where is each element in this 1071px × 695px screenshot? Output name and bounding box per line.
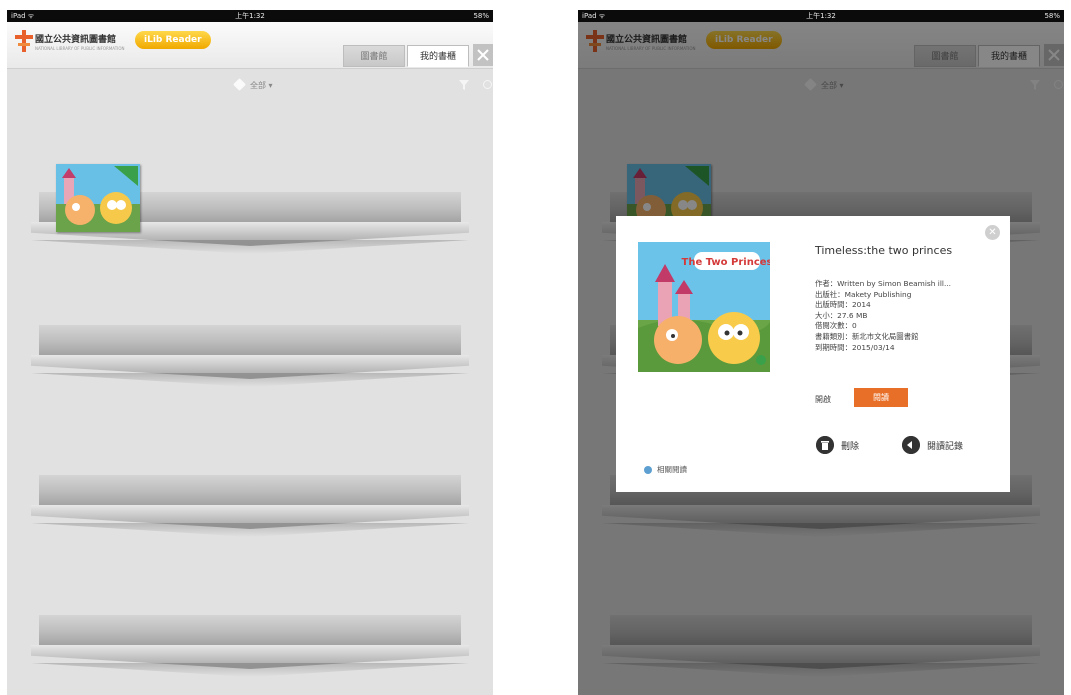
status-bar: iPad ᯤ 上午1:32 58% (578, 10, 1064, 22)
read-label: 開啟 (815, 395, 831, 404)
library-logo-icon (15, 30, 33, 52)
status-bar: iPad ᯤ 上午1:32 58% (7, 10, 493, 22)
reading-record-label: 閱讀記錄 (927, 442, 964, 452)
detail-due-date: 到期時間：2015/03/14 (815, 342, 895, 352)
status-time: 上午1:32 (806, 12, 836, 20)
tag-icon (233, 78, 246, 91)
book-cover: The Two Princes (638, 242, 770, 372)
book-detail-screen: iPad ᯤ 上午1:32 58% 國立公共資訊圖書館 NATIONAL LIB… (578, 10, 1064, 695)
shelf (7, 605, 493, 695)
tab-my-bookshelf[interactable]: 我的書櫃 (407, 45, 469, 67)
detail-size: 大小：27.6 MB (815, 310, 868, 320)
detail-author: 作者：Written by Simon Beamish ill... (815, 279, 952, 288)
book-detail-dialog: ✕ The Two Princes Timeless:the two princ… (616, 216, 1010, 492)
info-icon (644, 466, 652, 474)
book-details: 作者：Written by Simon Beamish ill... 出版社：M… (815, 279, 1000, 353)
filter-bar: 全部 ▾ (7, 78, 493, 98)
delete-label: 刪除 (841, 442, 860, 452)
detail-borrow-count: 借閱次數：0 (815, 321, 857, 331)
detail-category: 書籍類別：新北市文化局圖書館 (815, 331, 919, 341)
tab-library[interactable]: 圖書館 (343, 45, 405, 67)
trash-icon (816, 436, 834, 454)
library-name: 國立公共資訊圖書館 (35, 35, 117, 45)
app-badge: iLib Reader (135, 31, 211, 49)
detail-publisher: 出版社：Makety Publishing (815, 289, 912, 299)
related-reading-label: 相關閱讀 (657, 465, 687, 474)
refresh-icon[interactable] (483, 80, 492, 89)
record-icon (902, 436, 920, 454)
bookshelf-screen: iPad ᯤ 上午1:32 58% 國立公共資訊圖書館 NATIONAL LIB… (7, 10, 493, 695)
shelf (7, 315, 493, 410)
category-filter[interactable]: 全部 ▾ (233, 78, 273, 94)
app-header: 國立公共資訊圖書館 NATIONAL LIBRARY OF PUBLIC INF… (7, 22, 493, 69)
shelf (7, 465, 493, 560)
wrench-screwdriver-icon (477, 49, 489, 61)
close-icon: ✕ (988, 227, 997, 238)
status-time: 上午1:32 (235, 12, 265, 20)
read-button[interactable]: 閱讀 (854, 388, 908, 407)
close-button[interactable]: ✕ (985, 225, 1000, 240)
book-title: Timeless:the two princes (815, 244, 953, 257)
status-battery: 58% (473, 12, 489, 20)
book-cover-thumbnail[interactable] (56, 164, 140, 232)
detail-publish-date: 出版時間：2014 (815, 300, 871, 310)
settings-button[interactable] (473, 44, 493, 66)
library-name-en: NATIONAL LIBRARY OF PUBLIC INFORMATION (35, 46, 125, 51)
category-filter-label: 全部 ▾ (250, 81, 273, 90)
funnel-icon[interactable] (459, 80, 469, 90)
cover-title: The Two Princes (682, 257, 771, 268)
status-battery: 58% (1044, 12, 1060, 20)
